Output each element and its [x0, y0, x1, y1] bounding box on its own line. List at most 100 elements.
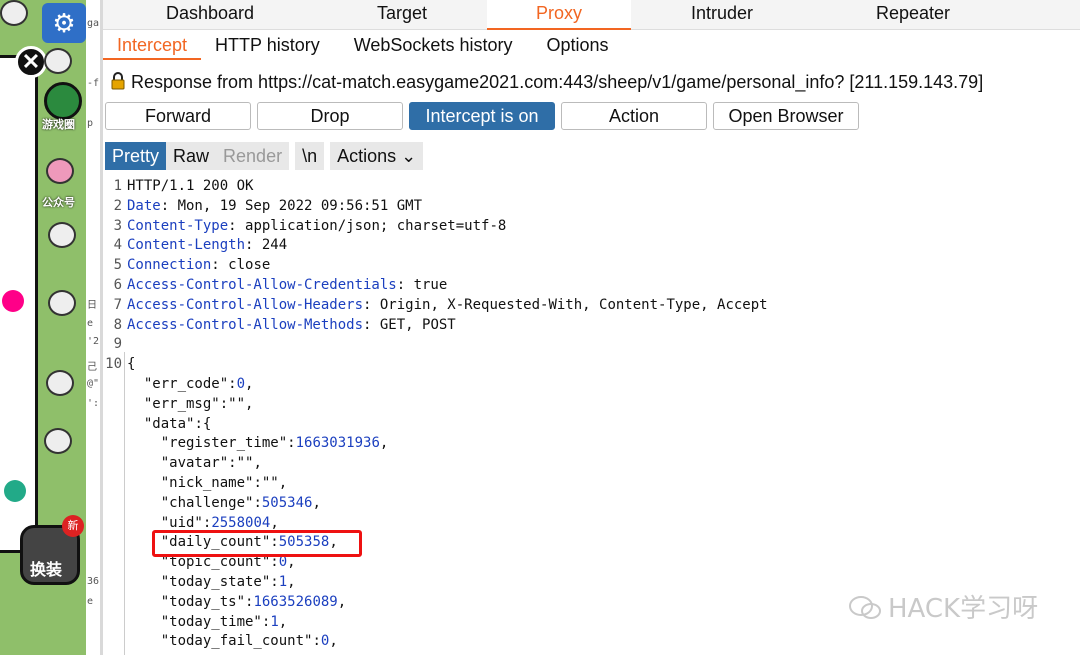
open-browser-button[interactable]: Open Browser — [713, 102, 859, 130]
tab-intercept[interactable]: Intercept — [103, 30, 202, 60]
json-key: "uid" — [160, 514, 203, 531]
tab-intruder[interactable]: Intruder — [631, 0, 813, 30]
header-name: Access-Control-Allow-Methods — [127, 316, 364, 333]
json-punct: , — [253, 455, 262, 472]
code-line: "err_msg":"", — [103, 394, 254, 414]
flower-icon — [2, 290, 24, 312]
json-value: { — [202, 415, 212, 432]
tab-pretty[interactable]: Pretty — [105, 142, 167, 170]
code-line: 1 HTTP/1.1 200 OK — [103, 176, 254, 196]
peek-text: 日 — [87, 300, 97, 311]
peek-text: e — [87, 596, 94, 607]
code-line: "register_time":1663031936, — [103, 433, 389, 453]
json-colon: : — [287, 435, 296, 452]
header-name: Connection — [127, 257, 212, 274]
line-number: 7 — [113, 296, 122, 313]
code-line: 10 { — [103, 354, 135, 374]
code-line: 2 Date: Mon, 19 Sep 2022 09:56:51 GMT — [103, 196, 422, 216]
tab-target[interactable]: Target — [317, 0, 487, 30]
sheep-icon — [44, 428, 72, 454]
code-line: "today_state":1, — [103, 572, 296, 592]
tab-websockets-history[interactable]: WebSockets history — [334, 30, 527, 60]
peek-text: 己 — [87, 362, 97, 373]
highlight-box — [152, 530, 362, 557]
json-colon: : — [253, 475, 262, 491]
main-tab-bar: Dashboard Target Proxy Intruder Repeater — [103, 0, 1080, 30]
forward-button[interactable]: Forward — [105, 102, 251, 130]
json-punct: , — [312, 494, 321, 511]
header-value: : GET, POST — [363, 316, 456, 333]
json-colon: : — [253, 494, 262, 511]
tab-raw[interactable]: Raw — [166, 142, 217, 170]
json-punct: , — [287, 574, 296, 590]
json-key: "nick_name" — [160, 475, 254, 491]
background-code-peek: ga -f p 日 e '2 己 @" ': 36 e — [86, 0, 100, 655]
header-value: : Mon, 19 Sep 2022 09:56:51 GMT — [160, 197, 423, 214]
tab-repeater[interactable]: Repeater — [813, 0, 1013, 30]
gear-icon[interactable]: ⚙ — [42, 3, 86, 43]
json-value: 2558004 — [211, 514, 271, 531]
header-value: : application/json; charset=utf-8 — [228, 217, 507, 234]
header-value: : close — [211, 257, 271, 274]
new-badge: 新 — [62, 515, 84, 537]
drop-button[interactable]: Drop — [257, 102, 403, 130]
code-line: 7 Access-Control-Allow-Headers: Origin, X… — [103, 295, 768, 315]
json-value: 0 — [236, 376, 246, 392]
peek-text: e — [87, 318, 94, 329]
json-key: "today_fail_count" — [160, 633, 313, 650]
json-key: "today_ts" — [160, 593, 246, 610]
json-value: 1 — [278, 574, 288, 590]
sheep-icon — [48, 290, 76, 316]
line-number: 2 — [113, 197, 122, 214]
intercept-info-text: Response from https://cat-match.easygame… — [131, 72, 984, 92]
json-key: "data" — [143, 415, 195, 432]
close-icon[interactable]: ✕ — [15, 46, 47, 78]
watermark: HACK学习呀 — [848, 588, 1038, 625]
message-view-tabs: Pretty Raw Render \n Actions ⌄ — [105, 142, 424, 170]
game-circle-label: 游戏圈 — [42, 118, 75, 131]
newline-toggle-button[interactable]: \n — [295, 142, 325, 170]
tab-options[interactable]: Options — [526, 30, 622, 60]
peek-text: ': — [87, 398, 100, 409]
code-line: "data":{ — [103, 414, 211, 434]
intercept-toggle-button[interactable]: Intercept is on — [409, 102, 555, 130]
json-key: "avatar" — [160, 455, 229, 472]
header-name: Content-Type — [127, 217, 229, 234]
code-line: "today_fail_count":0, — [103, 631, 338, 651]
intercept-toolbar: Forward Drop Intercept is on Action Open… — [105, 102, 865, 130]
line-number: 6 — [113, 277, 122, 293]
json-key: "today_state" — [160, 574, 271, 590]
line-number: 10 — [105, 356, 122, 373]
code-line: "err_code":0, — [103, 374, 254, 394]
tab-dashboard[interactable]: Dashboard — [103, 0, 317, 30]
line-number: 3 — [113, 217, 122, 234]
game-circle-icon[interactable] — [44, 82, 82, 120]
sheep-icon — [0, 0, 28, 26]
json-value: 505346 — [261, 494, 313, 511]
json-key: "register_time" — [160, 435, 288, 452]
tab-render[interactable]: Render — [216, 142, 290, 170]
code-line: "challenge":505346, — [103, 493, 321, 513]
status-line: HTTP/1.1 200 OK — [127, 178, 254, 194]
lock-icon — [111, 72, 125, 90]
json-key: "challenge" — [160, 494, 254, 511]
action-button[interactable]: Action — [561, 102, 707, 130]
burp-window: Dashboard Target Proxy Intruder Repeater… — [103, 0, 1080, 655]
json-punct: , — [278, 475, 288, 491]
peek-text: 36 — [87, 576, 100, 587]
actions-dropdown[interactable]: Actions ⌄ — [330, 142, 424, 170]
actions-label: Actions — [337, 146, 397, 166]
tab-http-history[interactable]: HTTP history — [201, 30, 334, 60]
header-name: Date — [127, 197, 161, 214]
json-colon: : — [228, 376, 237, 392]
proxy-sub-tab-bar: Intercept HTTP history WebSockets histor… — [103, 30, 1080, 62]
tab-proxy[interactable]: Proxy — [487, 0, 631, 30]
intercept-info-bar: Response from https://cat-match.easygame… — [111, 70, 983, 93]
json-punct: , — [337, 593, 347, 610]
